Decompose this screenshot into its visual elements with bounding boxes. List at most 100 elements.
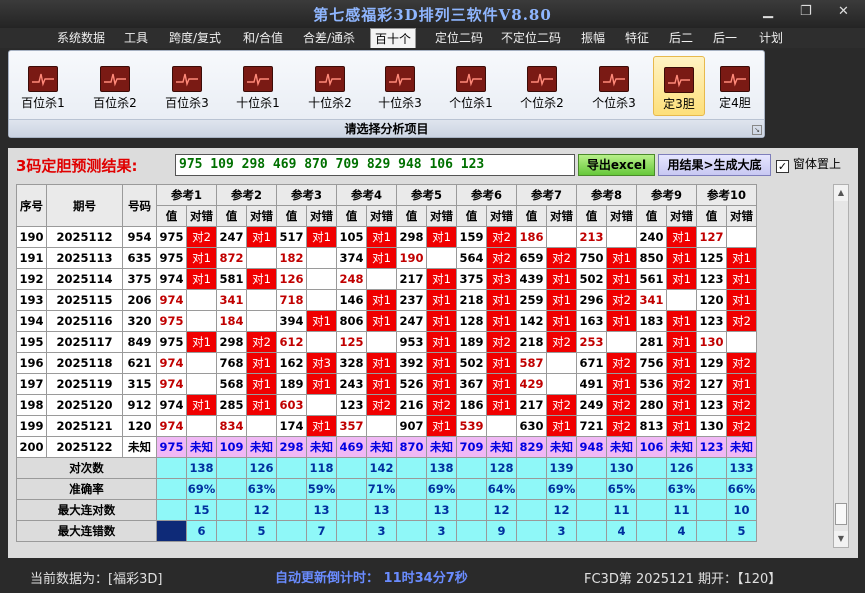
stat-spacer (396, 520, 427, 542)
value-cell: 298 (216, 331, 247, 353)
value-cell: 603 (276, 394, 307, 416)
table-row-pending[interactable]: 200 2025122 未知 975 未知 109 未知 298 未知 469 未知 870 未知 709… (16, 436, 757, 458)
export-excel-button[interactable]: 导出excel (578, 154, 655, 176)
value-cell: 240 (636, 226, 667, 248)
result-cell: 对1 (426, 415, 457, 437)
period-cell: 2025113 (46, 247, 123, 269)
scroll-thumb[interactable] (835, 503, 847, 525)
result-cell (546, 352, 577, 374)
result-cell: 对2 (726, 394, 757, 416)
value-cell: 439 (516, 268, 547, 290)
ribbon-tool-label: 百位杀3 (165, 96, 209, 110)
stat-spacer (396, 478, 427, 500)
stat-spacer (276, 457, 307, 479)
result-cell: 未知 (726, 436, 757, 458)
ribbon-tool[interactable]: 百位杀2 (85, 56, 145, 116)
value-cell: 130 (696, 415, 727, 437)
ribbon-tool[interactable]: 定3胆 (653, 56, 705, 116)
menu-item[interactable]: 特征 (620, 28, 654, 48)
header-ref: 参考7 (516, 184, 577, 206)
ribbon-tool[interactable]: 百位杀3 (157, 56, 217, 116)
header-value: 值 (216, 205, 247, 227)
menu-item[interactable]: 计划 (754, 28, 788, 48)
menu-item[interactable]: 系统数据 (52, 28, 110, 48)
value-cell: 975 (156, 331, 187, 353)
stat-value: 10 (726, 499, 757, 521)
stat-spacer (156, 499, 187, 521)
chart-icon (100, 66, 130, 92)
table-row[interactable]: 193 2025115 206 974 341 718 146 对1 237 对1 218 对1 259… (16, 289, 757, 311)
stat-spacer (636, 499, 667, 521)
value-cell: 182 (276, 247, 307, 269)
scroll-down-icon[interactable]: ▼ (834, 531, 848, 547)
topmost-checkbox[interactable]: ✓ 窗体置上 (776, 155, 841, 173)
value-cell: 106 (636, 436, 667, 458)
table-row[interactable]: 197 2025119 315 974 568 对1 189 对1 243 对1 526 对1 367 对… (16, 373, 757, 395)
ribbon-tool[interactable]: 个位杀2 (511, 56, 573, 116)
result-cell: 未知 (426, 436, 457, 458)
value-cell: 186 (516, 226, 547, 248)
stat-value: 7 (306, 520, 337, 542)
ribbon-tool[interactable]: 定4胆 (709, 56, 761, 116)
code-cell: 954 (122, 226, 157, 248)
header-value: 值 (696, 205, 727, 227)
prediction-result-field[interactable]: 975 109 298 469 870 709 829 948 106 123 (175, 154, 575, 176)
menu-item[interactable]: 振幅 (576, 28, 610, 48)
checkbox-icon[interactable]: ✓ (776, 160, 789, 173)
table-row[interactable]: 191 2025113 635 975 对1 872 182 374 对1 190 564 对2 659… (16, 247, 757, 269)
result-cell: 对1 (666, 394, 697, 416)
stat-spacer (336, 499, 367, 521)
table-row[interactable]: 190 2025112 954 975 对2 247 对1 517 对1 105 对1 298 对1 15… (16, 226, 757, 248)
scroll-up-icon[interactable]: ▲ (834, 185, 848, 201)
menu-item[interactable]: 合差/通杀 (298, 28, 360, 48)
ribbon-tool[interactable]: 十位杀1 (227, 56, 289, 116)
table-row[interactable]: 198 2025120 912 974 对1 285 对1 603 123 对2 216 对2 186 对… (16, 394, 757, 416)
ribbon-launcher-icon[interactable]: ↘ (752, 125, 762, 135)
stat-spacer (696, 457, 727, 479)
result-cell: 对2 (486, 331, 517, 353)
topmost-label: 窗体置上 (793, 157, 842, 171)
result-cell (366, 331, 397, 353)
result-cell: 对1 (486, 394, 517, 416)
value-cell: 247 (216, 226, 247, 248)
ribbon-tool[interactable]: 十位杀3 (369, 56, 431, 116)
table-row[interactable]: 192 2025114 375 974 对1 581 对1 126 248 217 对1 375 对3 4… (16, 268, 757, 290)
table-row[interactable]: 199 2025121 120 974 834 174 对1 357 907 对1 539 630 对1… (16, 415, 757, 437)
value-cell: 536 (636, 373, 667, 395)
value-cell: 296 (576, 289, 607, 311)
stat-value: 138 (426, 457, 457, 479)
ribbon-tool[interactable]: 个位杀3 (583, 56, 645, 116)
code-cell: 912 (122, 394, 157, 416)
ribbon-tool[interactable]: 个位杀1 (441, 56, 501, 116)
generate-base-button[interactable]: 用结果>生成大底 (658, 154, 771, 176)
close-icon[interactable]: ✕ (838, 5, 849, 19)
stat-value: 6 (186, 520, 217, 542)
menu-item[interactable]: 后一 (706, 28, 744, 48)
value-cell: 281 (636, 331, 667, 353)
value-cell: 123 (696, 268, 727, 290)
result-cell (726, 331, 757, 353)
menu-item[interactable]: 和/合值 (236, 28, 290, 48)
stat-spacer (276, 499, 307, 521)
result-cell: 对1 (666, 352, 697, 374)
menu-item[interactable]: 后二 (664, 28, 698, 48)
table-row[interactable]: 194 2025116 320 975 184 394 对1 806 对1 247 对1 128 对1 1… (16, 310, 757, 332)
menu-item[interactable]: 不定位二码 (494, 28, 568, 48)
maximize-icon[interactable]: ❐ (800, 5, 812, 19)
header-result: 对错 (606, 205, 637, 227)
result-cell: 未知 (606, 436, 637, 458)
menu-item[interactable]: 百十个 (370, 28, 416, 48)
vertical-scrollbar[interactable]: ▲ ▼ (833, 184, 849, 548)
menu-item[interactable]: 定位二码 (428, 28, 490, 48)
value-cell: 374 (336, 247, 367, 269)
ribbon-tool[interactable]: 百位杀1 (13, 56, 73, 116)
header-value: 值 (576, 205, 607, 227)
value-cell: 367 (456, 373, 487, 395)
minimize-icon[interactable]: ▁ (763, 5, 773, 19)
table-row[interactable]: 196 2025118 621 974 768 对1 162 对3 328 对1 392 对1 502 对… (16, 352, 757, 374)
table-row[interactable]: 195 2025117 849 975 对1 298 对2 612 125 953 对1 189 对2 2… (16, 331, 757, 353)
result-cell: 对2 (606, 289, 637, 311)
menu-item[interactable]: 工具 (120, 28, 152, 48)
menu-item[interactable]: 跨度/复式 (164, 28, 226, 48)
ribbon-tool[interactable]: 十位杀2 (299, 56, 361, 116)
